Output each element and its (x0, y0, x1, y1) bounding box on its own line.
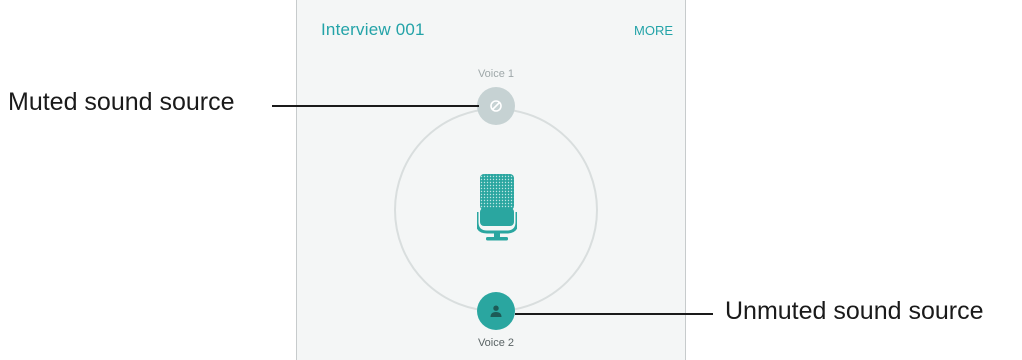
more-button[interactable]: MORE (634, 23, 673, 38)
voice-2-label: Voice 2 (477, 337, 515, 349)
mute-icon (490, 100, 502, 112)
person-icon (490, 305, 502, 317)
recording-title: Interview 001 (321, 20, 425, 39)
muted-callout-label: Muted sound source (8, 88, 235, 116)
microphone-icon (477, 174, 517, 241)
voice-1-label: Voice 1 (477, 68, 515, 80)
recorder-screen: Interview 001 MORE Voice 1 Voice 2 (296, 0, 686, 360)
unmuted-callout-line (515, 313, 713, 315)
muted-callout-line (272, 105, 479, 107)
figure: Interview 001 MORE Voice 1 Voice 2 Muted… (0, 0, 1022, 360)
unmuted-callout-label: Unmuted sound source (725, 297, 984, 325)
voice-1-button[interactable] (477, 87, 515, 125)
voice-2-button[interactable] (477, 292, 515, 330)
